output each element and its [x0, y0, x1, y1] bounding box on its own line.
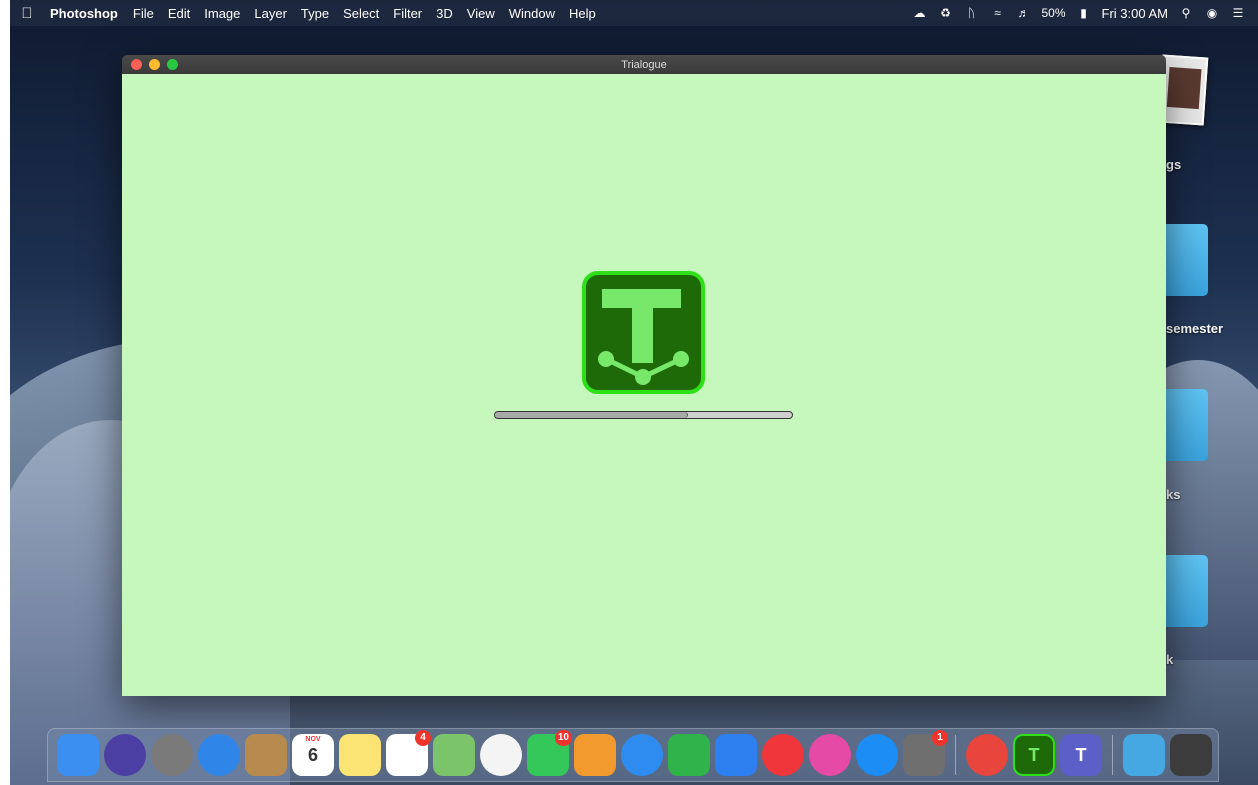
notes-icon[interactable] [339, 734, 381, 776]
trash-icon[interactable] [1170, 734, 1212, 776]
menu-layer[interactable]: Layer [247, 6, 294, 21]
menu-filter[interactable]: Filter [386, 6, 429, 21]
dock-icon-text: T [1028, 744, 1040, 765]
window-titlebar[interactable]: Trialogue [122, 55, 1166, 74]
dock-separator [955, 735, 956, 775]
contacts-icon[interactable] [245, 734, 287, 776]
downloads-folder-icon[interactable] [1123, 734, 1165, 776]
desktop-folder-icon[interactable] [1162, 389, 1208, 461]
trialogue-logo-icon [582, 271, 705, 394]
finder-icon[interactable] [57, 734, 99, 776]
volume-icon[interactable]: ♬ [1016, 6, 1032, 20]
app-store-icon[interactable] [856, 734, 898, 776]
desktop-item-label[interactable]: ks [1166, 487, 1180, 502]
desktop-folder-icon[interactable] [1162, 555, 1208, 627]
reminders-icon[interactable]: 4 [386, 730, 431, 776]
desktop-folder-icon[interactable] [1162, 224, 1208, 296]
menu-select[interactable]: Select [336, 6, 386, 21]
menu-type[interactable]: Type [294, 6, 336, 21]
siri-icon[interactable] [104, 734, 146, 776]
spotlight-search-icon[interactable]: ⚲ [1178, 6, 1194, 20]
menu-3d[interactable]: 3D [429, 6, 460, 21]
notification-center-icon[interactable]: ☰ [1230, 6, 1246, 20]
app-window: Trialogue [122, 55, 1166, 696]
desktop-item-label[interactable]: k [1166, 652, 1173, 667]
progress-fill [495, 412, 689, 418]
desktop-item-label[interactable]: gs [1166, 157, 1181, 172]
sync-icon[interactable]: ♻ [938, 6, 954, 20]
numbers-icon[interactable] [668, 734, 710, 776]
news-icon[interactable] [762, 734, 804, 776]
apple-icon[interactable]:  [10, 5, 44, 22]
maps-icon[interactable] [433, 734, 475, 776]
notification-badge: 4 [415, 730, 431, 746]
menu-edit[interactable]: Edit [161, 6, 197, 21]
status-area: ☁ ♻ ᚢ ≈ ♬ 50% ▮ Fri 3:00 AM ⚲ ◉ ☰ [912, 6, 1258, 21]
menu-window[interactable]: Window [502, 6, 562, 21]
app-menu[interactable]: Photoshop [44, 6, 126, 21]
desktop-item-label[interactable]: semester [1166, 321, 1223, 336]
keynote-icon[interactable] [715, 734, 757, 776]
calendar-month-label: NOV [305, 736, 321, 743]
launchpad-icon[interactable] [151, 734, 193, 776]
calendar-icon[interactable]: NOV 6 [292, 734, 334, 776]
photos-icon[interactable] [480, 734, 522, 776]
teams-icon[interactable]: T [1060, 734, 1102, 776]
trialogue-logo-graphic [598, 289, 689, 385]
notification-badge: 10 [554, 730, 572, 746]
menu-file[interactable]: File [126, 6, 161, 21]
battery-percentage[interactable]: 50% [1042, 6, 1066, 20]
menu-view[interactable]: View [460, 6, 502, 21]
dock: NOV 6 4 10 1 T T [47, 728, 1219, 782]
siri-icon[interactable]: ◉ [1204, 6, 1220, 20]
window-title: Trialogue [621, 58, 667, 71]
dock-icon-text: 6 [307, 744, 318, 765]
chrome-icon[interactable] [966, 734, 1008, 776]
menu-image[interactable]: Image [197, 6, 247, 21]
itunes-icon[interactable] [809, 734, 851, 776]
system-preferences-icon[interactable]: 1 [903, 730, 948, 776]
bluetooth-icon[interactable]: ᚢ [964, 6, 980, 20]
dock-separator [1112, 735, 1113, 775]
pages-icon[interactable] [574, 734, 616, 776]
window-content [122, 74, 1166, 696]
dock-icon-text: T [1075, 744, 1087, 765]
notification-badge: 1 [932, 730, 948, 746]
menu-help[interactable]: Help [562, 6, 603, 21]
loading-progress-bar [494, 411, 793, 419]
menu-clock[interactable]: Fri 3:00 AM [1102, 6, 1168, 21]
creative-cloud-icon[interactable]: ☁ [912, 6, 928, 20]
wifi-icon[interactable]: ≈ [990, 6, 1006, 20]
battery-icon[interactable]: ▮ [1076, 6, 1092, 20]
trialogue-icon[interactable]: T [1013, 734, 1055, 776]
menu-bar:  Photoshop File Edit Image Layer Type S… [10, 0, 1258, 26]
safari-icon[interactable] [198, 734, 240, 776]
facetime-icon[interactable]: 10 [527, 730, 572, 776]
messages-icon[interactable] [621, 734, 663, 776]
